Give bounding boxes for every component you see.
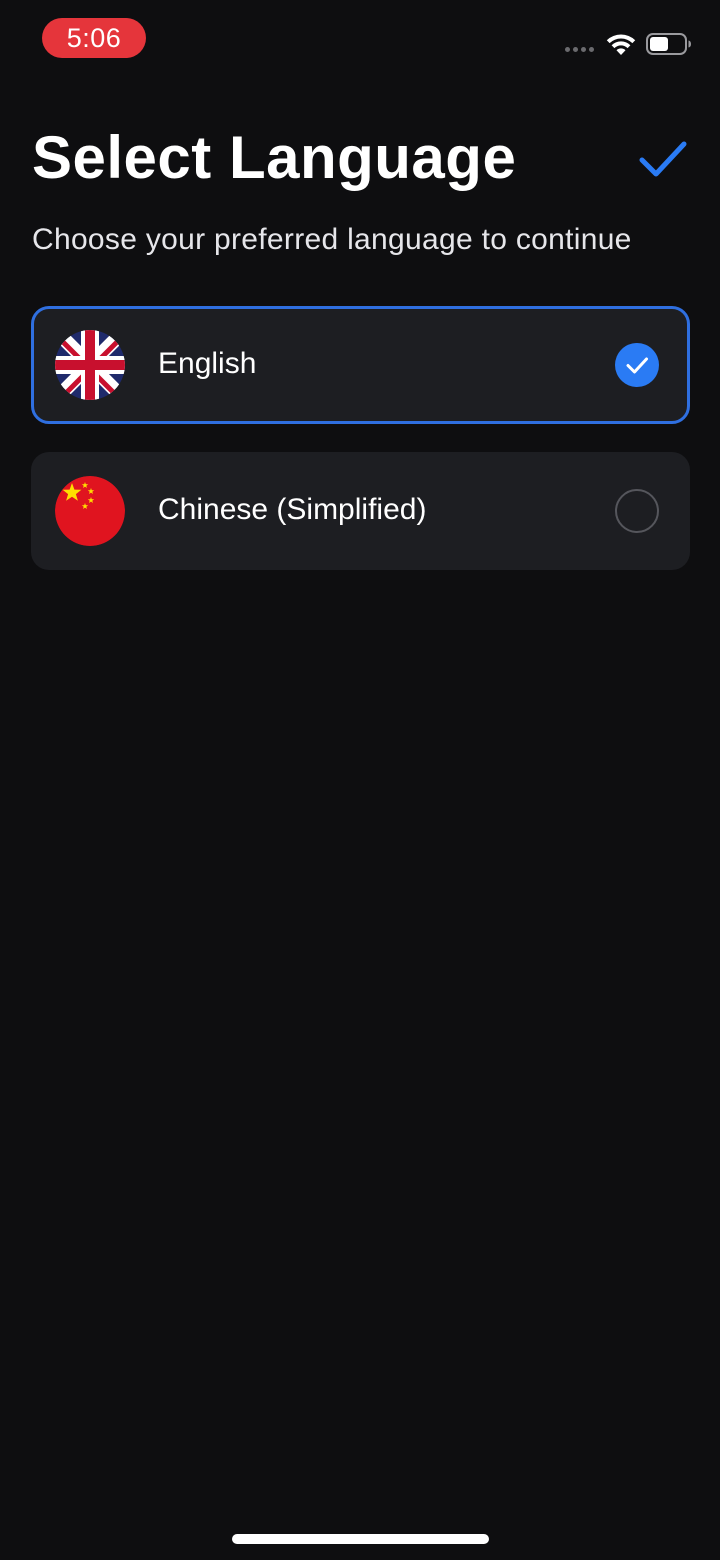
wifi-icon [606, 34, 636, 55]
checkmark-icon [639, 141, 687, 177]
battery-icon [646, 33, 691, 55]
language-option-english[interactable]: English [31, 306, 690, 424]
status-time: 5:06 [42, 18, 146, 58]
radio-unselected-icon [615, 489, 659, 533]
page-subtitle: Choose your preferred language to contin… [32, 223, 632, 256]
done-button[interactable] [632, 134, 692, 182]
home-indicator [232, 1534, 489, 1544]
status-bar: 5:06 [0, 0, 720, 80]
language-label: Chinese (Simplified) [158, 493, 427, 526]
page-title: Select Language [32, 124, 517, 191]
language-label: English [158, 347, 257, 380]
signal-dots-icon [565, 47, 594, 52]
radio-selected-icon [615, 343, 659, 387]
language-option-chinese-simplified[interactable]: Chinese (Simplified) [31, 452, 690, 570]
language-list: English Chinese (Simplified) [31, 306, 690, 598]
china-flag-icon [55, 476, 125, 546]
uk-flag-icon [55, 330, 125, 400]
